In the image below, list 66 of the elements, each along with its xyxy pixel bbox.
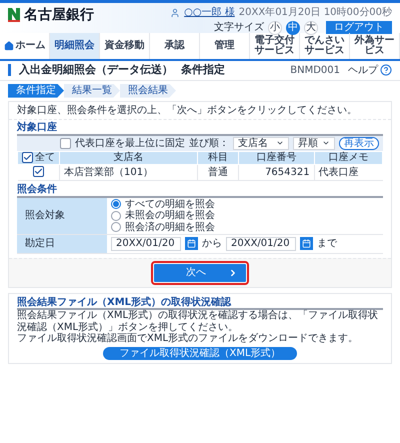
column-header: 支店名 (60, 152, 198, 164)
page-title: 入出金明細照会（データ伝送） (19, 64, 173, 77)
table-cell: 普通 (198, 164, 239, 181)
next-button[interactable]: 次へ (154, 264, 246, 282)
font-size-label: 文字サイズ (214, 22, 264, 34)
column-header: 科目 (198, 152, 239, 164)
table-cell: 本店営業部（101） (60, 164, 198, 181)
sort-order-select[interactable]: 昇順 (293, 136, 335, 150)
font-size-button[interactable]: 大 (304, 20, 318, 34)
description-text: 照会結果ファイル（XML形式）の取得状況を確認する場合は、「ファイル取得状況確認（XML形式）」ボタンを押してください。 (17, 310, 380, 333)
font-size-button[interactable]: 中 (286, 20, 300, 34)
refresh-button[interactable]: 再表示 (339, 136, 379, 150)
nav-tab[interactable]: 明細照会 (50, 33, 100, 59)
page-subtitle: 条件指定 (181, 64, 225, 77)
description-text: ファイル取得状況確認画面でXML形式のファイルをダウンロードできます。 (17, 333, 360, 345)
screen-id: BNMD001 (290, 64, 340, 76)
nav-tab[interactable]: 電子交付サービス (250, 33, 300, 59)
checkbox[interactable] (32, 166, 44, 177)
checkbox[interactable] (60, 138, 71, 149)
checkbox[interactable] (22, 152, 33, 164)
user-name[interactable]: ○○一郎 様 (184, 7, 235, 18)
step-indicator: 照会結果 (120, 84, 176, 98)
nav-tab[interactable]: 資金移動 (100, 33, 150, 59)
bank-logo-icon (8, 8, 20, 22)
nav-tab[interactable]: 管理 (200, 33, 250, 59)
user-icon (170, 8, 180, 18)
step-indicator: 条件指定 (8, 84, 64, 98)
section-title: 照会条件 (17, 184, 58, 196)
login-datetime: 20XX年01月20日 10時00分00秒 (238, 7, 392, 18)
logout-button[interactable]: ログアウト (326, 20, 392, 34)
column-header: 口座メモ (314, 152, 382, 164)
font-size-button[interactable]: 小 (268, 20, 282, 34)
radio-label: 未照会の明細を照会 (125, 210, 215, 222)
chevron-right-icon (228, 268, 238, 278)
nav-tab[interactable]: でんさいサービス (300, 33, 350, 59)
nav-tab[interactable]: 承認 (150, 33, 200, 59)
instruction-text: 対象口座、照会条件を選択の上、「次へ」ボタンをクリックしてください。 (9, 102, 391, 120)
sort-label: 並び順： (189, 138, 229, 150)
section-title: 照会結果ファイル（XML形式）の取得状況確認 (17, 296, 383, 310)
date-field[interactable]: 20XX/01/20 (226, 237, 296, 251)
nav-tab[interactable]: 外為サービス (350, 33, 400, 59)
field-label: 照会対象 (17, 198, 107, 234)
calendar-button[interactable] (185, 237, 198, 250)
sort-field-select[interactable]: 支店名 (233, 136, 289, 150)
help-link[interactable]: ヘルプ (348, 64, 392, 76)
calendar-button[interactable] (300, 237, 313, 250)
table-cell: 代表口座 (314, 164, 382, 181)
radio-button[interactable] (111, 199, 121, 210)
file-status-button[interactable]: ファイル取得状況確認（XML形式） (103, 346, 297, 360)
step-indicator: 結果一覧 (64, 84, 120, 98)
range-text: から (202, 238, 222, 250)
radio-button[interactable] (111, 210, 121, 221)
table-cell: 7654321 (238, 164, 314, 181)
date-field[interactable]: 20XX/01/20 (111, 237, 181, 251)
range-text: まで (317, 238, 337, 250)
home-icon (4, 41, 14, 51)
field-label: 勘定日 (17, 235, 107, 253)
radio-label: 照会済の明細を照会 (125, 222, 215, 234)
column-header: 口座番号 (238, 152, 314, 164)
pin-option-label: 代表口座を最上位に固定 (75, 138, 185, 150)
section-title: 対象口座 (17, 122, 58, 134)
bank-name: 名古屋銀行 (24, 7, 94, 24)
radio-label: すべての明細を照会 (125, 198, 215, 210)
radio-button[interactable] (111, 222, 121, 232)
help-icon (380, 64, 392, 76)
select-all-label: 全て (35, 152, 55, 164)
